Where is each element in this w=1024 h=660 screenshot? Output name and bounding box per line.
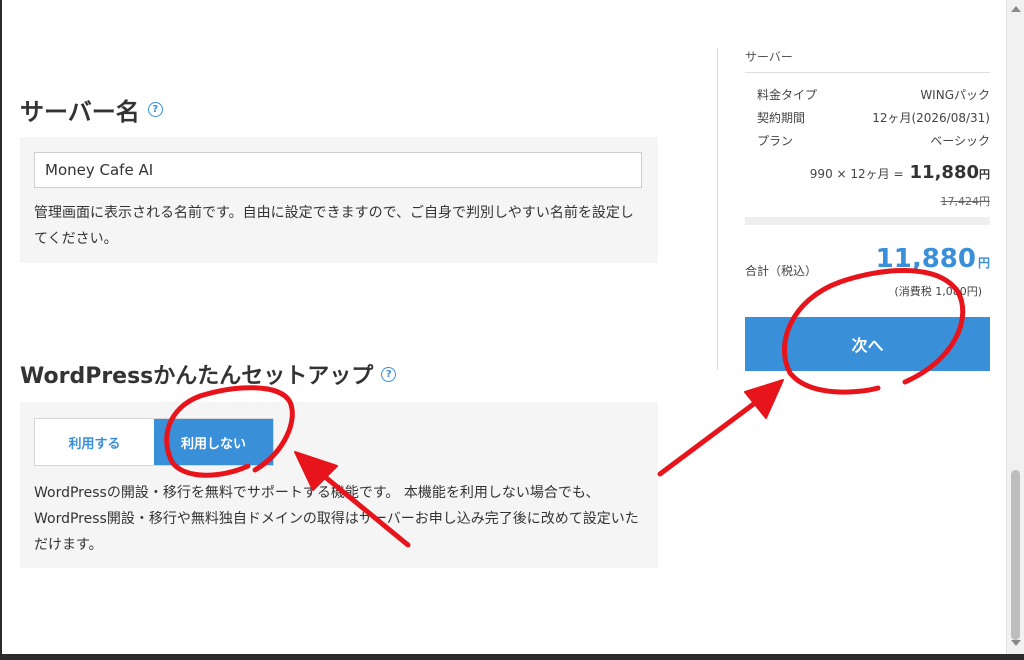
calc-price-yen: 円: [979, 168, 990, 181]
row-value: ベーシック: [930, 134, 990, 148]
tax-note: (消費税 1,080円): [894, 285, 982, 298]
total-amount-value: 11,880: [875, 244, 976, 274]
row-label: 契約期間: [757, 111, 806, 125]
server-name-heading: サーバー名 ?: [20, 92, 163, 127]
server-name-title: サーバー名: [20, 98, 140, 126]
wordpress-setup-toggle: 利用する 利用しない: [34, 418, 274, 466]
row-value: 12ヶ月(2026/08/31): [872, 111, 990, 125]
window-border-left: [0, 0, 2, 660]
sidebar-divider: [717, 48, 718, 370]
calc-price-value: 11,880: [909, 162, 979, 183]
row-label: 料金タイプ: [757, 88, 818, 102]
row-label: プラン: [757, 134, 794, 148]
vertical-scrollbar[interactable]: [1006, 0, 1024, 654]
total-amount: 11,880 円: [876, 244, 990, 274]
scroll-up-icon[interactable]: [1011, 6, 1021, 12]
scroll-down-icon[interactable]: [1011, 640, 1021, 646]
summary-heading-divider: [745, 72, 990, 73]
wordpress-setup-heading: WordPressかんたんセットアップ ?: [20, 358, 397, 390]
calc-formula: 990 × 12ヶ月 =: [809, 167, 904, 181]
help-icon[interactable]: ?: [147, 102, 163, 117]
wordpress-setup-title: WordPressかんたんセットアップ: [20, 364, 374, 389]
window-border-bottom: [0, 654, 1024, 660]
row-value: WINGパック: [920, 88, 990, 102]
summary-row-fee-type: 料金タイプ WINGパック: [757, 86, 990, 103]
calc-price: 11,880円: [910, 162, 990, 183]
wordpress-setup-help-text: WordPressの開設・移行を無料でサポートする機能です。 本機能を利用しない…: [34, 485, 639, 553]
server-name-input[interactable]: [34, 152, 642, 188]
total-label: 合計（税込）: [745, 264, 818, 278]
summary-row-contract-period: 契約期間 12ヶ月(2026/08/31): [757, 109, 990, 126]
scrollbar-thumb[interactable]: [1011, 470, 1020, 640]
original-price: 17,424円: [940, 195, 991, 208]
total-amount-yen: 円: [977, 256, 990, 270]
summary-heading: サーバー: [745, 50, 793, 64]
option-not-use-button[interactable]: 利用しない: [154, 419, 273, 465]
option-use-button[interactable]: 利用する: [35, 419, 154, 465]
server-name-help-text: 管理画面に表示される名前です。自由に設定できますので、ご自身で判別しやすい名前を…: [34, 205, 634, 247]
annotation-arrow-to-next: [657, 385, 778, 477]
summary-separator-band: [745, 217, 990, 225]
summary-row-plan: プラン ベーシック: [757, 132, 990, 149]
next-button[interactable]: 次へ: [745, 317, 990, 371]
price-calculation: 990 × 12ヶ月 = 11,880円: [810, 162, 990, 183]
help-icon[interactable]: ?: [381, 366, 397, 382]
annotation-arrowhead-next: [744, 379, 784, 419]
